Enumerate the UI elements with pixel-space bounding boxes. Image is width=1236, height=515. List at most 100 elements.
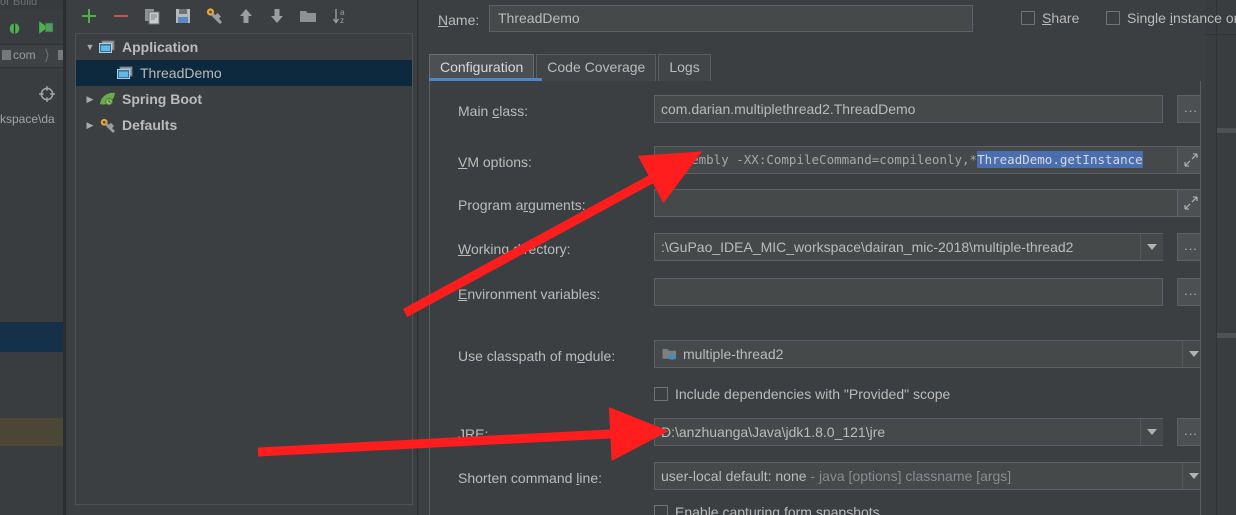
move-down-button[interactable]: [264, 4, 290, 28]
jre-input[interactable]: D:\anzhuanga\Java\jdk1.8.0_121\jre: [654, 418, 1163, 446]
remove-configuration-button[interactable]: [108, 4, 134, 28]
svg-text:z: z: [340, 16, 344, 25]
shorten-command-line-hint: - java [options] classname [args]: [807, 468, 1012, 484]
shorten-command-line-value: user-local default: none: [661, 468, 807, 484]
chevron-down-icon: [1147, 244, 1157, 250]
application-window-icon: [116, 65, 134, 81]
ide-toolbar: [0, 11, 66, 45]
minus-icon: [112, 7, 130, 25]
working-directory-browse-button[interactable]: ...: [1177, 233, 1201, 261]
configurations-dialog-body: a z ▼ Application: [66, 0, 1205, 515]
shorten-command-line-label: Shorten command line:: [458, 470, 602, 486]
name-label: Name:: [438, 12, 479, 28]
jre-dropdown[interactable]: [1140, 419, 1163, 445]
jre-label: JRE:: [458, 426, 488, 442]
checkbox-box: [654, 505, 668, 515]
spring-leaf-icon: [98, 91, 116, 107]
run-debug-configurations-dialog: or Build com ⟩ kspace\da: [0, 0, 1236, 515]
debug-bug-icon[interactable]: [6, 19, 23, 36]
working-directory-dropdown[interactable]: [1140, 234, 1163, 260]
tree-item-spring-boot[interactable]: ▶ Spring Boot: [76, 86, 412, 112]
program-arguments-expand-button[interactable]: [1177, 189, 1201, 217]
name-input[interactable]: ThreadDemo: [489, 5, 973, 32]
ide-warning-line-strip: [0, 418, 63, 446]
classpath-module-dropdown[interactable]: [1182, 341, 1201, 367]
copy-icon: [143, 7, 161, 25]
shorten-command-line-dropdown[interactable]: [1182, 463, 1201, 489]
ide-scroll-marker-2: [1217, 333, 1236, 338]
package-icon: [2, 50, 11, 60]
tree-item-label: Application: [122, 39, 198, 55]
ide-menu-text: or Build: [0, 0, 37, 8]
ide-path-text: kspace\da: [0, 112, 55, 126]
ide-right-divider: [1216, 0, 1217, 515]
tree-item-defaults[interactable]: ▶ Defaults: [76, 112, 412, 138]
share-checkbox[interactable]: Share: [1021, 10, 1079, 26]
target-crosshair-icon[interactable]: [38, 85, 56, 103]
environment-variables-input[interactable]: [654, 278, 1163, 306]
classpath-module-label: Use classpath of module:: [458, 348, 615, 364]
ide-background-right: [1205, 0, 1236, 515]
chevron-down-icon: [1147, 429, 1157, 435]
copy-configuration-button[interactable]: [139, 4, 165, 28]
folder-icon: [299, 7, 317, 25]
shorten-command-line-combo[interactable]: user-local default: none - java [options…: [654, 462, 1201, 490]
main-class-browse-button[interactable]: ...: [1177, 95, 1201, 123]
move-up-button[interactable]: [233, 4, 259, 28]
tree-item-application[interactable]: ▼ Application: [76, 34, 412, 60]
sort-configurations-button[interactable]: a z: [328, 4, 354, 28]
chevron-down-icon: [1189, 473, 1199, 479]
ide-selected-line-strip: [0, 322, 63, 352]
vm-options-label: VM options:: [458, 154, 532, 170]
include-dependencies-checkbox[interactable]: Include dependencies with "Provided" sco…: [654, 386, 950, 402]
tree-toolbar: a z: [66, 0, 417, 33]
edit-defaults-button[interactable]: [201, 4, 227, 28]
main-class-input[interactable]: com.darian.multiplethread2.ThreadDemo: [654, 95, 1163, 123]
ide-scroll-marker: [1217, 128, 1236, 133]
breadcrumb-label: com: [13, 48, 36, 62]
checkbox-box: [1021, 11, 1035, 25]
tab-code-coverage[interactable]: Code Coverage: [536, 54, 656, 81]
tab-configuration[interactable]: Configuration: [429, 54, 534, 81]
breadcrumb-separator: ⟩: [44, 46, 50, 64]
environment-variables-browse-button[interactable]: ...: [1177, 278, 1201, 306]
sort-az-icon: a z: [332, 7, 350, 25]
configurations-tree-pane: a z ▼ Application: [66, 0, 418, 515]
enable-capturing-label: Enable capturing form snapshots: [675, 504, 880, 515]
configurations-tree[interactable]: ▼ Application: [75, 33, 413, 505]
tree-item-label: ThreadDemo: [140, 65, 222, 81]
plus-icon: [80, 7, 98, 25]
wrench-icon: [98, 117, 116, 133]
classpath-module-combo[interactable]: multiple-thread2: [654, 340, 1201, 368]
vm-options-input[interactable]: tAssembly -XX:CompileCommand=compileonly…: [654, 146, 1192, 174]
chevron-right-icon[interactable]: ▶: [82, 94, 98, 105]
save-configuration-button[interactable]: [170, 4, 196, 28]
ide-background-left: or Build com ⟩ kspace\da: [0, 0, 66, 515]
chevron-right-icon[interactable]: ▶: [82, 120, 98, 131]
single-instance-checkbox[interactable]: Single instance only: [1106, 10, 1236, 26]
environment-variables-label: Environment variables:: [458, 286, 600, 302]
expand-diagonal-icon: [1184, 153, 1198, 167]
move-into-folder-button[interactable]: [295, 4, 321, 28]
main-class-label: Main class:: [458, 103, 528, 119]
jre-browse-button[interactable]: ...: [1177, 418, 1201, 446]
chevron-down-icon: [1189, 351, 1199, 357]
arrow-down-icon: [268, 7, 286, 25]
configuration-panel: Main class: com.darian.multiplethread2.T…: [429, 81, 1201, 515]
add-configuration-button[interactable]: [76, 4, 102, 28]
program-arguments-input[interactable]: [654, 189, 1192, 217]
vm-options-expand-button[interactable]: [1177, 146, 1201, 174]
tree-item-threaddemo[interactable]: ThreadDemo: [76, 60, 412, 86]
chevron-down-icon[interactable]: ▼: [82, 42, 98, 52]
wrench-icon: [205, 7, 223, 25]
tab-logs[interactable]: Logs: [658, 54, 710, 81]
checkbox-box: [654, 387, 668, 401]
working-directory-input[interactable]: :\GuPao_IDEA_MIC_workspace\dairan_mic-20…: [654, 233, 1163, 261]
run-green-arrow-icon[interactable]: [36, 19, 53, 36]
enable-capturing-checkbox[interactable]: Enable capturing form snapshots: [654, 504, 880, 515]
save-floppy-icon: [174, 7, 192, 25]
configuration-editor-pane: Name: ThreadDemo Share Single instance o…: [418, 0, 1205, 515]
share-label: Share: [1042, 10, 1079, 26]
vm-options-selected-text: ThreadDemo.getInstance: [977, 151, 1143, 168]
working-directory-label: Working directory:: [458, 241, 571, 257]
